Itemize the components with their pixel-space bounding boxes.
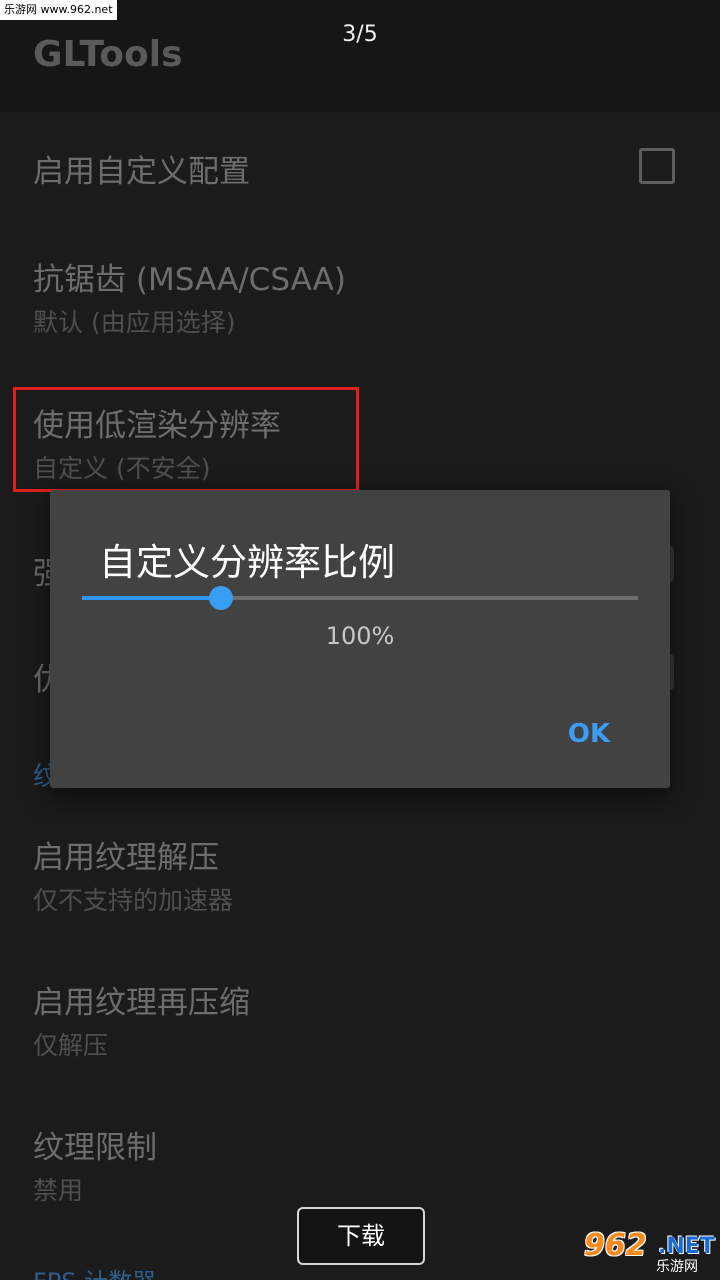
watermark-logo-cn: 乐游网 xyxy=(656,1259,698,1275)
dialog-title: 自定义分辨率比例 xyxy=(99,541,395,584)
pref-texture-recompress[interactable]: 启用纹理再压缩 仅解压 xyxy=(33,977,250,1062)
pref-texture-decompress-summary: 仅不支持的加速器 xyxy=(33,886,234,915)
resolution-scale-dialog: 自定义分辨率比例 100% OK xyxy=(50,490,670,788)
slider-thumb[interactable] xyxy=(209,586,233,610)
pref-custom-config-title: 启用自定义配置 xyxy=(33,154,250,190)
pref-texture-recompress-summary: 仅解压 xyxy=(33,1031,109,1060)
screen: GLTools 启用自定义配置 抗锯齿 (MSAA/CSAA) 默认 (由应用选… xyxy=(0,0,720,1280)
watermark-logo: 962 .NET 乐游网 xyxy=(580,1228,715,1275)
slider-value-text: 100% xyxy=(325,622,395,650)
slider-fill xyxy=(82,596,221,600)
highlight-annotation-box xyxy=(13,387,359,492)
custom-config-checkbox[interactable] xyxy=(639,148,675,184)
pref-antialiasing-title: 抗锯齿 (MSAA/CSAA) xyxy=(33,262,346,298)
page-counter: 3/5 xyxy=(342,22,378,47)
watermark-logo-number: 962 xyxy=(584,1228,647,1263)
pref-texture-recompress-title: 启用纹理再压缩 xyxy=(33,985,250,1021)
pref-texture-limit[interactable]: 纹理限制 禁用 xyxy=(33,1122,157,1207)
pref-antialiasing-summary: 默认 (由应用选择) xyxy=(33,308,236,337)
section-header-fps-partial: FPS 计数器 xyxy=(33,1262,156,1280)
pref-custom-config[interactable]: 启用自定义配置 xyxy=(33,146,250,191)
pref-texture-decompress[interactable]: 启用纹理解压 仅不支持的加速器 xyxy=(33,832,233,917)
download-button[interactable]: 下载 xyxy=(297,1207,425,1265)
watermark-top-left: 乐游网 www.962.net xyxy=(0,0,117,20)
ok-button[interactable]: OK xyxy=(554,714,624,754)
pref-antialiasing[interactable]: 抗锯齿 (MSAA/CSAA) 默认 (由应用选择) xyxy=(33,254,346,339)
pref-texture-limit-title: 纹理限制 xyxy=(33,1130,157,1166)
pref-texture-decompress-title: 启用纹理解压 xyxy=(33,840,219,876)
pref-texture-limit-summary: 禁用 xyxy=(33,1176,84,1205)
